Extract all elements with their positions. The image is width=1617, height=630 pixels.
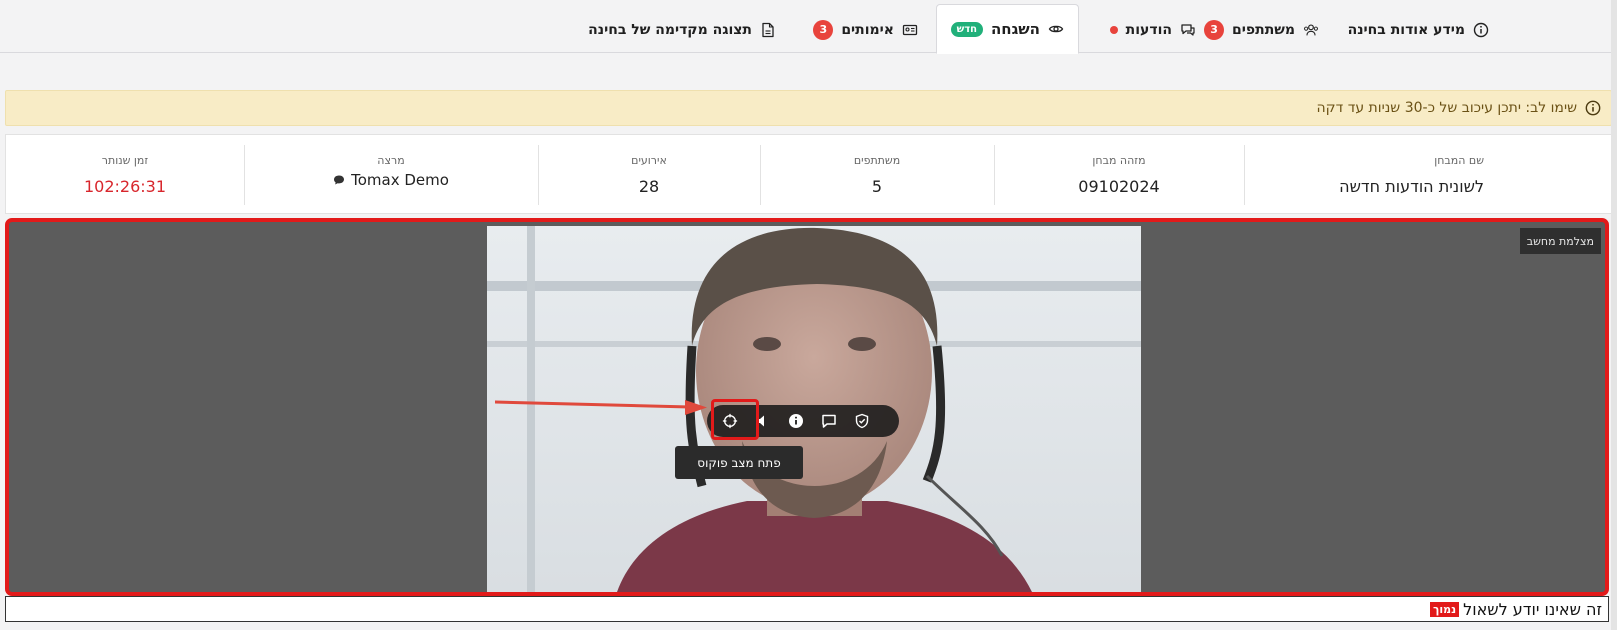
tab-participants[interactable]: משתתפים 3 bbox=[1204, 6, 1319, 53]
tab-messages[interactable]: הודעות bbox=[1109, 6, 1196, 53]
tab-exam-preview[interactable]: תצוגה מקדימה של בחינה bbox=[588, 6, 776, 53]
shield-check-icon bbox=[854, 413, 870, 429]
warning-text: שימו לב: יתכן עיכוב של כ-30 שניות עד דקה bbox=[1316, 100, 1577, 116]
stat-label: זמן שנותר bbox=[101, 154, 149, 167]
unread-dot bbox=[1109, 25, 1118, 34]
stat-value: לשונית הודעות חדשה bbox=[1339, 177, 1484, 196]
tab-label: השגחה bbox=[991, 20, 1040, 38]
stat-events: אירועים 28 bbox=[538, 135, 760, 215]
eye-icon bbox=[1048, 21, 1064, 37]
tab-label: מידע אודות בחינה bbox=[1347, 21, 1465, 38]
verifications-count-badge: 3 bbox=[813, 19, 834, 40]
document-icon bbox=[760, 22, 776, 38]
tab-label: הודעות bbox=[1125, 21, 1172, 38]
stat-value: 09102024 bbox=[1078, 177, 1160, 196]
stat-exam-name: שם המבחן לשונית הודעות חדשה bbox=[1241, 135, 1611, 215]
caption-text: זה שאינו יודע לשאול bbox=[1463, 599, 1602, 619]
divider bbox=[760, 145, 761, 205]
focus-button-highlight bbox=[711, 399, 759, 440]
stat-participants: משתתפים 5 bbox=[760, 135, 994, 215]
page-scrollbar[interactable] bbox=[1611, 0, 1617, 630]
tab-proctoring[interactable]: השגחה חדש bbox=[935, 4, 1079, 54]
time-left-value: 102:26:31 bbox=[83, 177, 167, 196]
annotation-arrow bbox=[495, 400, 707, 415]
focus-mode-tooltip: פתח מצב פוקוס bbox=[675, 446, 803, 479]
stat-label: אירועים bbox=[631, 154, 667, 167]
tab-bar: מידע אודות בחינה משתתפים 3 הודעות השגחה … bbox=[0, 0, 1617, 54]
stat-value: 5 bbox=[871, 177, 883, 196]
stat-value: 28 bbox=[638, 177, 660, 196]
tab-label: אימותים bbox=[841, 21, 894, 38]
stat-label: מרצה bbox=[377, 154, 405, 167]
message-icon bbox=[821, 413, 837, 429]
delay-warning-banner: שימו לב: יתכן עיכוב של כ-30 שניות עד דקה bbox=[5, 90, 1612, 126]
divider bbox=[1244, 145, 1245, 205]
verify-button[interactable] bbox=[849, 408, 875, 434]
tab-exam-info[interactable]: מידע אודות בחינה bbox=[1348, 6, 1489, 53]
stat-label: שם המבחן bbox=[1434, 154, 1484, 167]
tab-label: תצוגה מקדימה של בחינה bbox=[588, 21, 752, 38]
divider bbox=[244, 145, 245, 205]
stat-value: Tomax Demo bbox=[351, 171, 449, 189]
message-button[interactable] bbox=[816, 408, 842, 434]
severity-tag: נמוך bbox=[1430, 601, 1460, 617]
info-icon bbox=[1585, 100, 1601, 116]
stat-label: מזהה מבחן bbox=[1092, 154, 1146, 167]
divider bbox=[538, 145, 539, 205]
chat-bubble-icon[interactable] bbox=[333, 174, 345, 186]
info-icon bbox=[1473, 22, 1489, 38]
stat-time-left: זמן שנותר 102:26:31 bbox=[6, 135, 244, 215]
camera-label: מצלמת מחשב bbox=[1519, 228, 1601, 254]
users-icon bbox=[1303, 22, 1319, 38]
new-badge: חדש bbox=[950, 21, 983, 37]
stat-label: משתתפים bbox=[853, 154, 901, 167]
tab-label: משתתפים bbox=[1232, 21, 1295, 38]
participants-count-badge: 3 bbox=[1204, 19, 1225, 40]
id-card-icon bbox=[902, 22, 918, 38]
stat-lecturer: מרצה Tomax Demo bbox=[244, 135, 538, 215]
info-icon bbox=[788, 413, 804, 429]
divider bbox=[994, 145, 995, 205]
chat-icon bbox=[1180, 22, 1196, 38]
info-button[interactable] bbox=[783, 408, 809, 434]
stat-exam-id: מזהה מבחן 09102024 bbox=[994, 135, 1244, 215]
exam-stats-bar: שם המבחן לשונית הודעות חדשה מזהה מבחן 09… bbox=[5, 134, 1612, 214]
event-caption: זה שאינו יודע לשאול נמוך bbox=[5, 596, 1609, 622]
lecturer-value: Tomax Demo bbox=[244, 171, 538, 189]
tab-verifications[interactable]: אימותים 3 bbox=[813, 6, 918, 53]
